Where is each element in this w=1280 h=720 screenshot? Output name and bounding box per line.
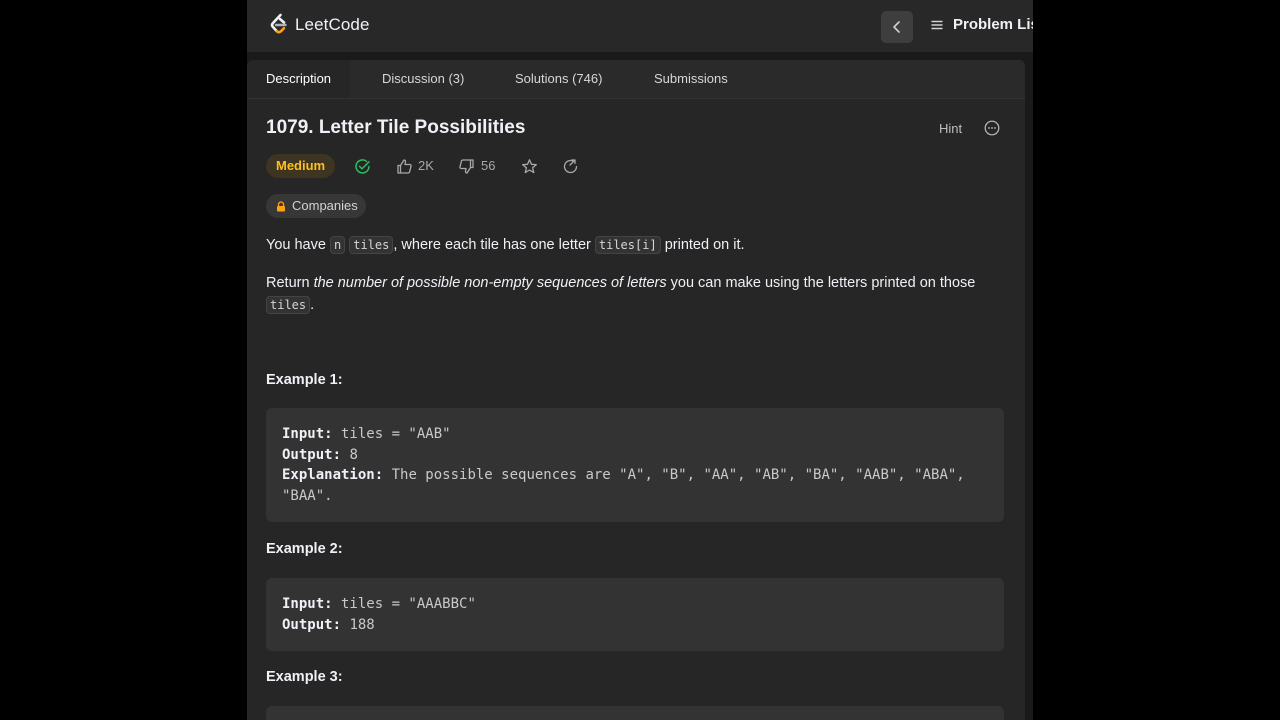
description-paragraph-1: You have n tiles, where each tile has on… [266, 234, 1006, 256]
thumbs-down-icon[interactable] [458, 158, 475, 175]
companies-tag[interactable]: Companies [266, 194, 366, 218]
example-2-block: Input: tiles = "AAABBC" Output: 188 [266, 578, 1004, 651]
description-paragraph-2: Return the number of possible non-empty … [266, 272, 1006, 316]
inline-code: tiles [349, 236, 394, 254]
brand-name: LeetCode [295, 15, 370, 34]
tab-description[interactable]: Description [247, 60, 351, 98]
example-3-heading: Example 3: [266, 669, 343, 685]
example-input: tiles = "AAB" [332, 426, 451, 442]
inline-code: tiles [266, 296, 311, 314]
leetcode-app: LeetCode Problem Lis Description Discuss… [247, 0, 1033, 720]
desc-text: , where each tile has one letter [393, 237, 595, 253]
dislikes-count: 56 [481, 158, 496, 173]
problem-meta-row: Medium 2K 56 [266, 154, 1006, 180]
menu-icon [931, 20, 943, 29]
companies-label: Companies [292, 198, 358, 213]
top-navbar: LeetCode Problem Lis [247, 0, 1033, 53]
input-label: Input: [282, 426, 333, 442]
more-icon[interactable] [984, 120, 1000, 136]
output-label: Output: [282, 616, 342, 633]
example-2-heading: Example 2: [266, 541, 343, 557]
brand-logo[interactable]: LeetCode [269, 13, 370, 37]
example-3-block [266, 706, 1004, 720]
inline-code: tiles[i] [594, 236, 661, 254]
example-1-heading: Example 1: [266, 372, 343, 388]
desc-text: . [310, 297, 315, 313]
example-explanation: The possible sequences are "A", "B", "AA… [282, 467, 974, 504]
example-input: tiles = "AAABBC" [332, 596, 476, 612]
desc-text: you can make using the letters printed o… [666, 275, 976, 291]
back-button[interactable] [881, 11, 913, 43]
desc-text: You have [266, 237, 330, 253]
lock-icon [277, 200, 285, 211]
desc-emphasis: the number of possible non-empty sequenc… [313, 275, 667, 291]
share-icon[interactable] [562, 158, 579, 175]
tab-discussion[interactable]: Discussion (3) [382, 60, 464, 98]
desc-text: printed on it. [660, 237, 745, 253]
problem-list-link[interactable]: Problem Lis [931, 16, 1033, 33]
desc-text: Return [266, 275, 314, 291]
input-label: Input: [282, 596, 333, 612]
chevron-left-icon [893, 21, 900, 33]
example-output: 8 [341, 446, 358, 463]
example-output: 188 [341, 616, 375, 633]
problem-title[interactable]: 1079. Letter Tile Possibilities [266, 117, 525, 139]
description-panel: Description Discussion (3) Solutions (74… [247, 60, 1025, 720]
leetcode-logo-icon [270, 13, 287, 34]
tab-solutions[interactable]: Solutions (746) [515, 60, 602, 98]
output-label: Output: [282, 446, 342, 463]
tab-submissions[interactable]: Submissions [654, 60, 728, 98]
inline-code: n [329, 236, 346, 254]
thumbs-up-icon[interactable] [396, 158, 413, 175]
star-icon[interactable] [521, 158, 538, 175]
difficulty-badge: Medium [266, 154, 336, 178]
hint-button[interactable]: Hint [939, 121, 962, 136]
example-1-block: Input: tiles = "AAB" Output: 8 Explanati… [266, 408, 1004, 522]
explanation-label: Explanation: [282, 467, 384, 483]
problem-list-label: Problem Lis [953, 16, 1033, 33]
likes-count: 2K [418, 158, 434, 173]
check-circle-icon [355, 159, 370, 174]
panel-tabs: Description Discussion (3) Solutions (74… [247, 60, 1025, 99]
